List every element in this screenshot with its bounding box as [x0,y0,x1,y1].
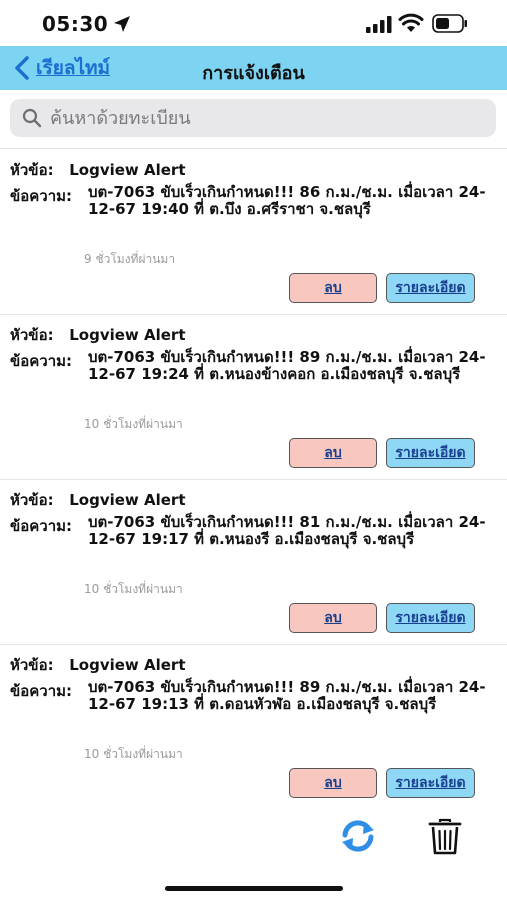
alert-card: หัวข้อ: Logview Alert ข้อความ: บต-7063 ข… [0,315,507,480]
alert-subject-row: หัวข้อ: Logview Alert [10,323,186,347]
alert-subject-row: หัวข้อ: Logview Alert [10,653,186,677]
subject-label: หัวข้อ: [10,656,54,674]
alert-time-ago: 9 ชั่วโมงที่ผ่านมา [84,252,176,266]
alert-message: บต-7063 ขับเร็วเกินกำหนด!!! 81 ก.ม./ช.ม.… [88,513,486,548]
alert-time-ago: 10 ชั่วโมงที่ผ่านมา [84,747,183,761]
subject-label: หัวข้อ: [10,161,54,179]
message-label: ข้อความ: [10,352,73,370]
detail-button[interactable]: รายละเอียด [386,768,475,798]
message-label: ข้อความ: [10,517,73,535]
alert-message: บต-7063 ขับเร็วเกินกำหนด!!! 86 ก.ม./ช.ม.… [88,183,486,218]
location-arrow-icon [114,16,130,32]
search-bar [10,99,496,137]
subject-label: หัวข้อ: [10,326,54,344]
page-title: การแจ้งเตือน [202,63,305,84]
wifi-icon [398,13,424,32]
alert-time-ago: 10 ชั่วโมงที่ผ่านมา [84,417,183,431]
subject-label: หัวข้อ: [10,491,54,509]
alert-subject-row: หัวข้อ: Logview Alert [10,158,186,182]
delete-button[interactable]: ลบ [289,273,377,303]
alert-card: หัวข้อ: Logview Alert ข้อความ: บต-7063 ข… [0,150,507,315]
search-icon [22,108,42,128]
alert-message: บต-7063 ขับเร็วเกินกำหนด!!! 89 ก.ม./ช.ม.… [88,348,486,383]
detail-button[interactable]: รายละเอียด [386,438,475,468]
refresh-icon[interactable] [338,818,378,854]
detail-button[interactable]: รายละเอียด [386,603,475,633]
status-time: 05:30 [42,12,109,36]
battery-icon [432,14,467,33]
alert-list: หัวข้อ: Logview Alert ข้อความ: บต-7063 ข… [0,150,507,810]
status-bar: 05:30 [0,0,507,46]
delete-button[interactable]: ลบ [289,768,377,798]
nav-bar: เรียลไทม์ การแจ้งเตือน [0,46,507,90]
alert-message: บต-7063 ขับเร็วเกินกำหนด!!! 89 ก.ม./ช.ม.… [88,678,486,713]
alert-subject: Logview Alert [69,656,186,674]
alert-time-ago: 10 ชั่วโมงที่ผ่านมา [84,582,183,596]
home-indicator [165,886,343,891]
detail-button[interactable]: รายละเอียด [386,273,475,303]
divider [0,148,507,149]
cellular-signal-icon [366,16,392,33]
alert-subject: Logview Alert [69,161,186,179]
alert-card: หัวข้อ: Logview Alert ข้อความ: บต-7063 ข… [0,480,507,645]
alert-subject: Logview Alert [69,326,186,344]
message-label: ข้อความ: [10,187,73,205]
alert-subject: Logview Alert [69,491,186,509]
message-label: ข้อความ: [10,682,73,700]
trash-icon[interactable] [428,818,462,856]
alert-card: หัวข้อ: Logview Alert ข้อความ: บต-7063 ข… [0,645,507,810]
delete-button[interactable]: ลบ [289,438,377,468]
alert-subject-row: หัวข้อ: Logview Alert [10,488,186,512]
search-input[interactable] [48,106,492,130]
delete-button[interactable]: ลบ [289,603,377,633]
